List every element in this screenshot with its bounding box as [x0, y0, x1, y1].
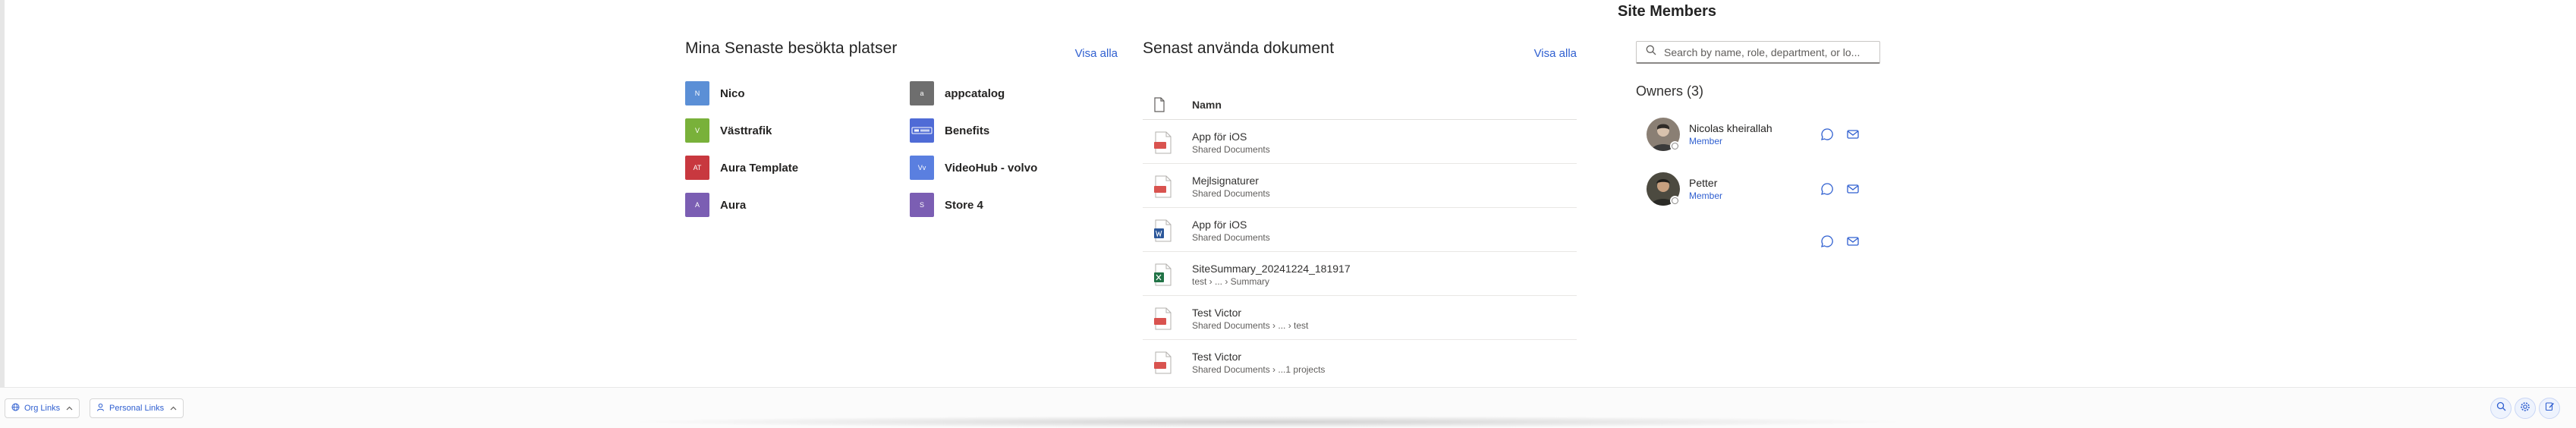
member-actions	[1820, 127, 1860, 142]
site-tile: AT	[685, 156, 709, 180]
document-row[interactable]: Test Victor Shared Documents › ...1 proj…	[1143, 340, 1577, 384]
document-title: Mejlsignaturer	[1192, 175, 1259, 187]
document-path: Shared Documents	[1192, 232, 1270, 243]
site-name: Nico	[720, 87, 745, 100]
document-row[interactable]: Mejlsignaturer Shared Documents	[1143, 164, 1577, 208]
chat-icon[interactable]	[1820, 234, 1835, 249]
document-title: App för iOS	[1192, 131, 1247, 143]
site-tile: N	[685, 81, 709, 105]
site-tile: V	[685, 118, 709, 143]
document-row[interactable]: App för iOS Shared Documents	[1143, 208, 1577, 252]
recent-sites-title: Mina Senaste besökta platser	[685, 39, 898, 57]
document-path: Shared Documents	[1192, 188, 1270, 199]
personal-links-button[interactable]: Personal Links	[90, 398, 184, 418]
site-name: Store 4	[945, 198, 983, 212]
member-search-box[interactable]	[1636, 41, 1880, 64]
site-name: Benefits	[945, 124, 990, 137]
globe-icon	[11, 403, 20, 414]
presence-status-icon	[1670, 141, 1680, 151]
site-tile: Vv	[910, 156, 934, 180]
personal-links-label: Personal Links	[109, 404, 165, 413]
edit-icon	[2545, 401, 2555, 415]
member-actions	[1820, 181, 1860, 197]
site-tile: a	[910, 81, 934, 105]
recent-documents-see-all-link[interactable]: Visa alla	[1534, 47, 1577, 60]
site-item-aura[interactable]: A Aura	[685, 192, 746, 218]
site-item-benefits[interactable]: Benefits	[910, 118, 989, 143]
member-item[interactable]	[1647, 226, 1874, 263]
document-path: Shared Documents › ...1 projects	[1192, 364, 1326, 375]
document-path: test › ... › Summary	[1192, 276, 1270, 287]
search-button[interactable]	[2490, 398, 2512, 419]
member-name[interactable]: Nicolas kheirallah	[1689, 122, 1772, 134]
site-item-nico[interactable]: N Nico	[685, 80, 745, 106]
document-row[interactable]: Test Victor Shared Documents › ... › tes…	[1143, 296, 1577, 340]
owners-heading: Owners (3)	[1636, 83, 1704, 99]
document-path: Shared Documents	[1192, 144, 1270, 155]
chat-icon[interactable]	[1820, 181, 1835, 197]
org-links-label: Org Links	[24, 404, 61, 413]
site-tile: S	[910, 193, 934, 217]
chevron-up-icon	[66, 404, 73, 413]
recent-sites-section: Mina Senaste besökta platser Visa alla N…	[685, 39, 1119, 217]
file-type-icon	[1153, 97, 1165, 116]
org-links-button[interactable]: Org Links	[5, 398, 80, 418]
site-item-store-4[interactable]: S Store 4	[910, 192, 983, 218]
site-item-appcatalog[interactable]: a appcatalog	[910, 80, 1005, 106]
site-name: Aura Template	[720, 161, 799, 175]
document-title: Test Victor	[1192, 351, 1242, 363]
bottom-bar-shadow	[622, 416, 1912, 428]
member-item[interactable]: Nicolas kheirallah Member	[1647, 118, 1874, 154]
document-row[interactable]: App för iOS Shared Documents	[1143, 120, 1577, 164]
document-title: App för iOS	[1192, 219, 1247, 231]
person-icon	[96, 403, 105, 414]
recent-documents-title: Senast använda dokument	[1143, 39, 1335, 57]
document-title: Test Victor	[1192, 307, 1242, 319]
site-tile: A	[685, 193, 709, 217]
site-name: appcatalog	[945, 87, 1005, 100]
pdf-file-icon	[1153, 175, 1173, 202]
recent-documents-section: Senast använda dokument Visa alla Namn A…	[1143, 39, 1577, 375]
documents-column-header[interactable]: Namn	[1143, 90, 1577, 120]
document-row[interactable]: SiteSummary_20241224_181917 test › ... ›…	[1143, 252, 1577, 296]
site-item-videohub-volvo[interactable]: Vv VideoHub - volvo	[910, 155, 1037, 181]
mail-icon[interactable]	[1845, 234, 1860, 249]
member-role: Member	[1689, 136, 1723, 146]
settings-button[interactable]	[2515, 398, 2536, 419]
gear-icon	[2520, 401, 2530, 416]
presence-status-icon	[1670, 196, 1680, 206]
pdf-file-icon	[1153, 131, 1173, 158]
site-name: Västtrafik	[720, 124, 772, 137]
left-rail-border	[0, 0, 5, 387]
site-name: Aura	[720, 198, 747, 212]
member-role: Member	[1689, 190, 1723, 201]
recent-sites-see-all-link[interactable]: Visa alla	[1075, 47, 1118, 60]
site-name: VideoHub - volvo	[945, 161, 1038, 175]
member-search-input[interactable]	[1664, 46, 1876, 58]
mail-icon[interactable]	[1845, 181, 1860, 197]
search-icon	[2496, 401, 2506, 415]
pdf-file-icon	[1153, 307, 1173, 334]
site-item-vasttrafik[interactable]: V Västtrafik	[685, 118, 772, 143]
benefits-logo-icon	[910, 118, 934, 143]
mail-icon[interactable]	[1845, 127, 1860, 142]
chevron-up-icon	[170, 404, 177, 413]
word-file-icon	[1153, 219, 1173, 246]
document-title: SiteSummary_20241224_181917	[1192, 263, 1351, 275]
member-name[interactable]: Petter	[1689, 177, 1717, 189]
name-column-label: Namn	[1192, 99, 1222, 111]
member-actions	[1820, 234, 1860, 249]
document-path: Shared Documents › ... › test	[1192, 320, 1309, 331]
edit-button[interactable]	[2539, 398, 2560, 419]
pdf-file-icon	[1153, 351, 1173, 378]
site-members-title: Site Members	[1618, 3, 1717, 20]
site-item-aura-template[interactable]: AT Aura Template	[685, 155, 798, 181]
excel-file-icon	[1153, 263, 1173, 290]
search-icon	[1646, 45, 1656, 59]
member-item[interactable]: Petter Member	[1647, 172, 1874, 209]
chat-icon[interactable]	[1820, 127, 1835, 142]
